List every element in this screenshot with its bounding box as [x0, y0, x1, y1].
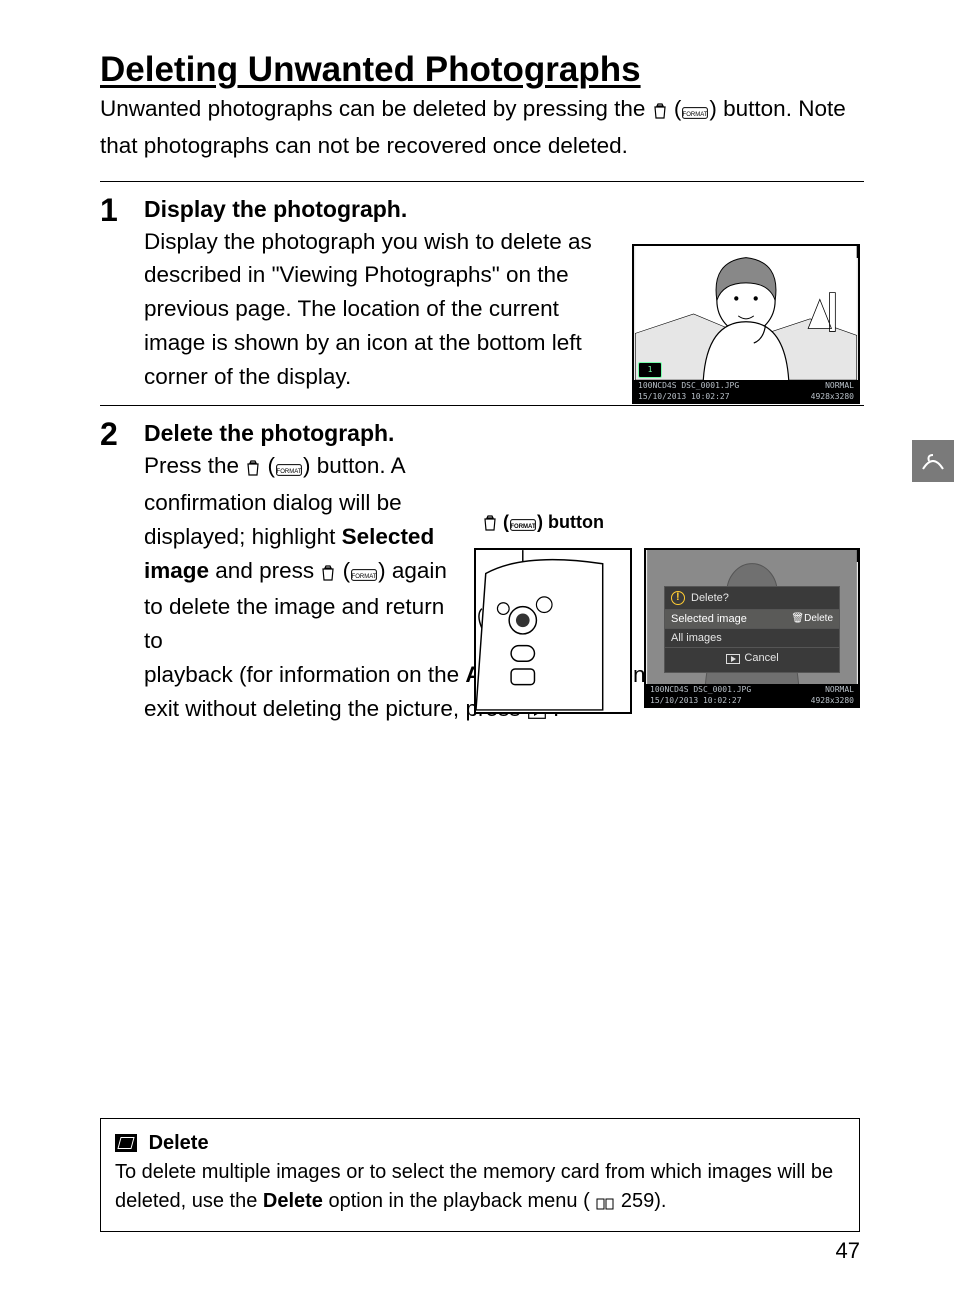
- intro-text: Unwanted photographs can be deleted by p…: [100, 92, 864, 163]
- format-icon: FORMAT: [276, 452, 302, 486]
- svg-text:FORMAT: FORMAT: [510, 524, 536, 530]
- format-icon: FORMAT: [510, 515, 536, 536]
- svg-text:FORMAT: FORMAT: [352, 574, 377, 580]
- divider: [100, 181, 864, 182]
- dialog-row-selected-image[interactable]: Selected image 🗑Delete: [665, 609, 839, 628]
- book-icon: [596, 1190, 614, 1219]
- txt: and press: [215, 558, 320, 583]
- file-name: 100NCD4S DSC_0001.JPG: [638, 380, 739, 391]
- dialog-row-label: Selected image: [671, 613, 747, 625]
- page-title: Deleting Unwanted Photographs: [100, 50, 864, 90]
- page-number: 47: [836, 1238, 860, 1264]
- camera-lcd-preview-1: 1/12 1 100NCD4S DSC_0001.JPG 15/10/2013 …: [632, 244, 860, 404]
- dialog-row-action: 🗑Delete: [791, 613, 833, 625]
- file-date: 15/10/2013 10:02:27: [638, 391, 739, 402]
- step-text: Display the photograph you wish to delet…: [144, 225, 624, 394]
- delete-button-label: ( FORMAT ) button: [482, 512, 604, 536]
- thumb-tab-icon: [912, 440, 954, 482]
- format-icon: FORMAT: [351, 557, 377, 591]
- step-number: 1: [100, 192, 136, 394]
- svg-text:FORMAT: FORMAT: [683, 112, 708, 118]
- trash-icon: [321, 557, 335, 591]
- delete-bold: Delete: [263, 1190, 323, 1212]
- dialog-cancel-label: Cancel: [744, 652, 778, 664]
- txt: button: [543, 512, 604, 532]
- txt: Press the: [144, 453, 245, 478]
- dialog-row-label: All images: [671, 632, 722, 644]
- note-box: Delete To delete multiple images or to s…: [100, 1118, 860, 1232]
- quality: NORMAL: [811, 380, 854, 391]
- dialog-cancel[interactable]: Cancel: [665, 647, 839, 672]
- intro-a: Unwanted photographs can be deleted by p…: [100, 96, 652, 121]
- camera-lcd-preview-2: 1/12 Delete? Selected image 🗑Delete All …: [644, 548, 860, 708]
- trash-icon: [653, 95, 667, 129]
- divider: [100, 405, 864, 406]
- lcd-footer: 100NCD4S DSC_0001.JPG 15/10/2013 10:02:2…: [646, 684, 858, 706]
- file-date: 15/10/2013 10:02:27: [650, 695, 751, 706]
- trash-icon: [483, 515, 497, 536]
- svg-text:FORMAT: FORMAT: [277, 469, 302, 475]
- dialog-row-all-images[interactable]: All images: [665, 628, 839, 647]
- step-text: Press the ( FORMAT ) button. A confirmat…: [144, 449, 454, 658]
- txt: 259).: [621, 1190, 667, 1212]
- file-name: 100NCD4S DSC_0001.JPG: [650, 684, 751, 695]
- note-body: To delete multiple images or to select t…: [115, 1158, 845, 1219]
- photo-illustration: [634, 246, 858, 380]
- delete-dialog: Delete? Selected image 🗑Delete All image…: [664, 586, 840, 673]
- step-number: 2: [100, 416, 136, 728]
- slot-badge: 1: [638, 362, 662, 378]
- dimensions: 4928x3280: [811, 695, 854, 706]
- step-title: Display the photograph.: [144, 196, 864, 223]
- txt: playback (for information on the: [144, 662, 465, 687]
- dimensions: 4928x3280: [811, 391, 854, 402]
- quality: NORMAL: [811, 684, 854, 695]
- txt: option in the playback menu (: [328, 1190, 589, 1212]
- dialog-title: Delete?: [665, 587, 839, 609]
- lcd-footer: 100NCD4S DSC_0001.JPG 15/10/2013 10:02:2…: [634, 380, 858, 402]
- step-title: Delete the photograph.: [144, 420, 864, 447]
- note-title: Delete: [149, 1129, 209, 1158]
- camera-body-diagram: [474, 548, 632, 714]
- note-icon: [115, 1134, 137, 1152]
- trash-icon: [246, 452, 260, 486]
- format-icon: FORMAT: [682, 95, 708, 129]
- playback-icon: [726, 654, 740, 667]
